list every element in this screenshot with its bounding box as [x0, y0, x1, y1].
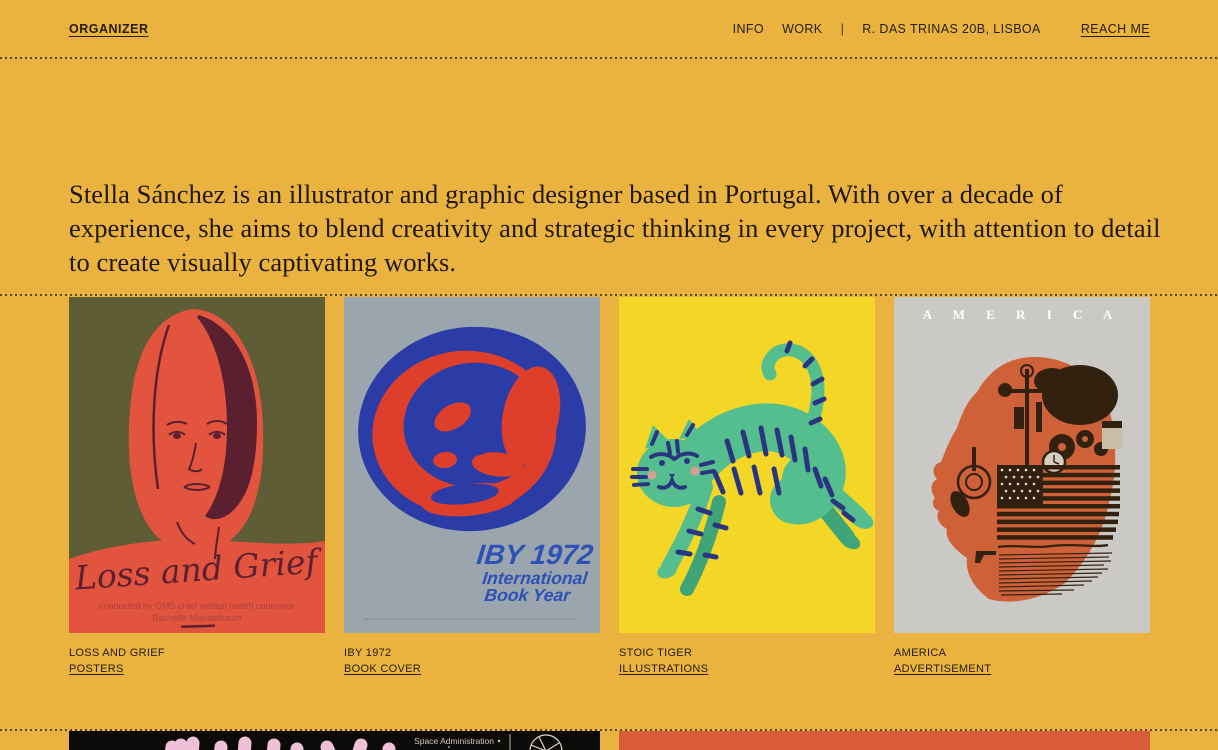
poster1-subtext-2: Rachelle Mandelbaum	[152, 613, 242, 623]
america-poster-art: A M E R I C A	[894, 297, 1150, 633]
header-divider-line	[0, 57, 1218, 59]
iby-1972-poster-image[interactable]: IBY 1972 International Book Year	[344, 297, 600, 633]
project-category-link[interactable]: POSTERS	[69, 661, 325, 677]
brand-link[interactable]: ORGANIZER	[69, 22, 149, 36]
next-row-right-poster-image[interactable]	[619, 731, 1150, 750]
project-title: LOSS AND GRIEF	[69, 645, 325, 661]
loss-and-grief-poster-image[interactable]: Loss and Grief conducted by OMS chief me…	[69, 297, 325, 633]
portfolio-page: ORGANIZER INFO WORK | R. DAS TRINAS 20B,…	[0, 0, 1218, 750]
reach-me-link[interactable]: REACH ME	[1081, 22, 1150, 36]
nav-divider: |	[841, 22, 845, 36]
project-category-link[interactable]: BOOK COVER	[344, 661, 600, 677]
america-poster-image[interactable]: A M E R I C A	[894, 297, 1150, 633]
project-card-america: A M E R I C A	[894, 297, 1150, 677]
project-title: STOIC TIGER	[619, 645, 875, 661]
grid-top-divider-line	[0, 294, 1218, 296]
intro-paragraph: Stella Sánchez is an illustrator and gra…	[69, 177, 1164, 279]
card-caption: LOSS AND GRIEF POSTERS	[69, 645, 325, 677]
project-category-link[interactable]: ADVERTISEMENT	[894, 661, 1150, 677]
nav-info-link[interactable]: INFO	[733, 22, 764, 36]
stoic-tiger-poster-art	[619, 297, 875, 633]
poster2-line3: Book Year	[484, 585, 573, 605]
stoic-tiger-poster-image[interactable]	[619, 297, 875, 633]
studio-address: R. DAS TRINAS 20B, LISBOA	[862, 22, 1041, 36]
space-poster-art: Space Administration	[69, 731, 600, 750]
header-nav: INFO WORK | R. DAS TRINAS 20B, LISBOA RE…	[733, 22, 1150, 36]
poster2-line1: IBY 1972	[475, 539, 595, 570]
poster4-heading-text: A M E R I C A	[923, 307, 1122, 322]
header: ORGANIZER INFO WORK | R. DAS TRINAS 20B,…	[0, 0, 1218, 57]
card-caption: IBY 1972 BOOK COVER	[344, 645, 600, 677]
project-title: IBY 1972	[344, 645, 600, 661]
poster1-subtext-1: conducted by OMS chief mental health cou…	[99, 601, 295, 611]
loss-and-grief-poster-art: Loss and Grief conducted by OMS chief me…	[69, 297, 325, 633]
project-card-loss-and-grief: Loss and Grief conducted by OMS chief me…	[69, 297, 325, 677]
card-caption: AMERICA ADVERTISEMENT	[894, 645, 1150, 677]
project-card-iby-1972: IBY 1972 International Book Year IBY 197…	[344, 297, 600, 677]
card-caption: STOIC TIGER ILLUSTRATIONS	[619, 645, 875, 677]
next-row-left-poster-image[interactable]: Space Administration	[69, 731, 600, 750]
iby-1972-poster-art: IBY 1972 International Book Year	[344, 297, 600, 633]
project-title: AMERICA	[894, 645, 1150, 661]
nav-work-link[interactable]: WORK	[782, 22, 823, 36]
project-card-stoic-tiger: STOIC TIGER ILLUSTRATIONS	[619, 297, 875, 677]
space-poster-caption: Space Administration	[414, 736, 494, 746]
project-category-link[interactable]: ILLUSTRATIONS	[619, 661, 875, 677]
